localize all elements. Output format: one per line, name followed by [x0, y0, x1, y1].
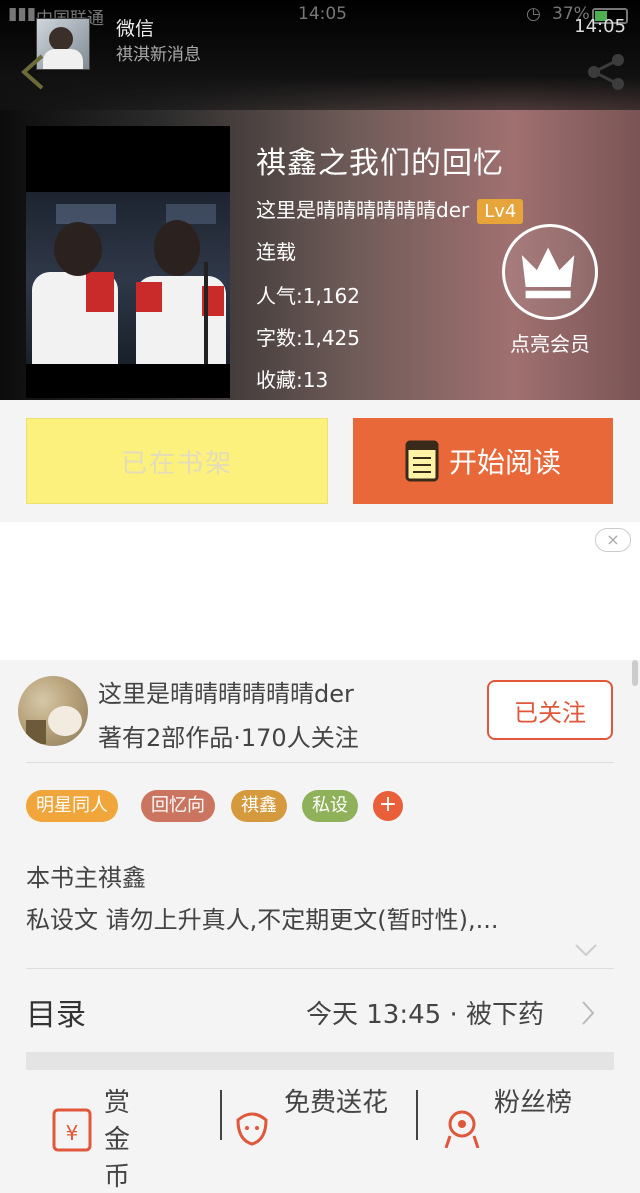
chevron-right-icon[interactable]: [580, 1000, 596, 1026]
toc-label[interactable]: 目录: [26, 990, 86, 1034]
add-tag-button[interactable]: +: [373, 791, 403, 821]
divider: [220, 1090, 222, 1140]
red-envelope-icon: ¥: [52, 1108, 92, 1152]
book-popularity: 人气:1,162: [256, 284, 360, 308]
scrollbar[interactable]: [632, 660, 638, 686]
tag-label: 祺鑫: [241, 795, 277, 816]
book-status: 连载: [256, 240, 296, 264]
section-separator: [26, 1052, 614, 1070]
flower-icon: [236, 1112, 268, 1146]
ad-banner[interactable]: ×: [0, 522, 640, 660]
description-line: 本书主祺鑫: [26, 864, 146, 892]
notification-app: 微信: [116, 18, 155, 40]
follow-button[interactable]: 已关注: [487, 680, 613, 740]
book-header: ▮▮▮ 中国联通 14:05 ◷ 37% 微信 祺淇新消息 14:05: [0, 0, 640, 400]
tag-label: 回忆向: [151, 795, 205, 816]
book-author-row[interactable]: 这里是晴晴晴晴晴晴der Lv4: [256, 194, 524, 224]
notification-banner[interactable]: 微信 祺淇新消息 14:05: [0, 0, 640, 80]
start-reading-label: 开始阅读: [448, 446, 561, 479]
in-shelf-button[interactable]: 已在书架: [26, 418, 328, 504]
share-icon[interactable]: [584, 50, 628, 94]
svg-text:¥: ¥: [66, 1121, 79, 1145]
tag-item[interactable]: 回忆向: [141, 790, 215, 822]
vip-label: 点亮会员: [510, 332, 590, 356]
tag-item[interactable]: 私设: [302, 790, 358, 822]
author-name[interactable]: 这里是晴晴晴晴晴晴der: [98, 674, 354, 709]
tag-label: 私设: [312, 795, 348, 816]
close-icon[interactable]: ×: [595, 528, 631, 552]
start-reading-button[interactable]: 开始阅读: [353, 418, 613, 504]
tag-label: 明星同人: [36, 795, 108, 816]
rank-icon: [444, 1110, 480, 1148]
book-icon: [405, 440, 439, 482]
author-stats: 著有2部作品·170人关注: [98, 724, 359, 752]
book-cover[interactable]: [26, 126, 230, 398]
action-buttons: 已在书架 开始阅读: [0, 400, 640, 522]
action-label: 免费送花: [284, 1088, 389, 1118]
author-section: 这里是晴晴晴晴晴晴der 著有2部作品·170人关注 已关注 明星同人 回忆向 …: [0, 660, 640, 1192]
divider: [416, 1090, 418, 1140]
book-favorites: 收藏:13: [256, 368, 329, 392]
toc-latest-chapter[interactable]: 今天 13:45 · 被下药: [306, 994, 544, 1031]
author-level-badge: Lv4: [477, 199, 524, 224]
book-word-count: 字数:1,425: [256, 326, 360, 350]
chevron-down-icon[interactable]: [574, 942, 598, 958]
vip-button[interactable]: 点亮会员: [500, 224, 600, 356]
tag-item[interactable]: 明星同人: [26, 790, 118, 822]
back-icon[interactable]: [18, 52, 48, 92]
divider: [26, 762, 614, 763]
notification-time: 14:05: [574, 16, 626, 37]
divider: [26, 968, 614, 969]
cover-photo: [26, 192, 230, 364]
tag-item[interactable]: 祺鑫: [231, 790, 287, 822]
description-line: 私设文 请勿上升真人,不定期更文(暂时性),...: [26, 906, 499, 934]
crown-icon: [502, 224, 598, 320]
book-title: 祺鑫之我们的回忆: [256, 146, 504, 181]
avatar[interactable]: [18, 676, 88, 746]
notification-message: 祺淇新消息: [116, 45, 201, 65]
action-label: 粉丝榜: [494, 1088, 573, 1118]
book-author[interactable]: 这里是晴晴晴晴晴晴der: [256, 198, 469, 222]
